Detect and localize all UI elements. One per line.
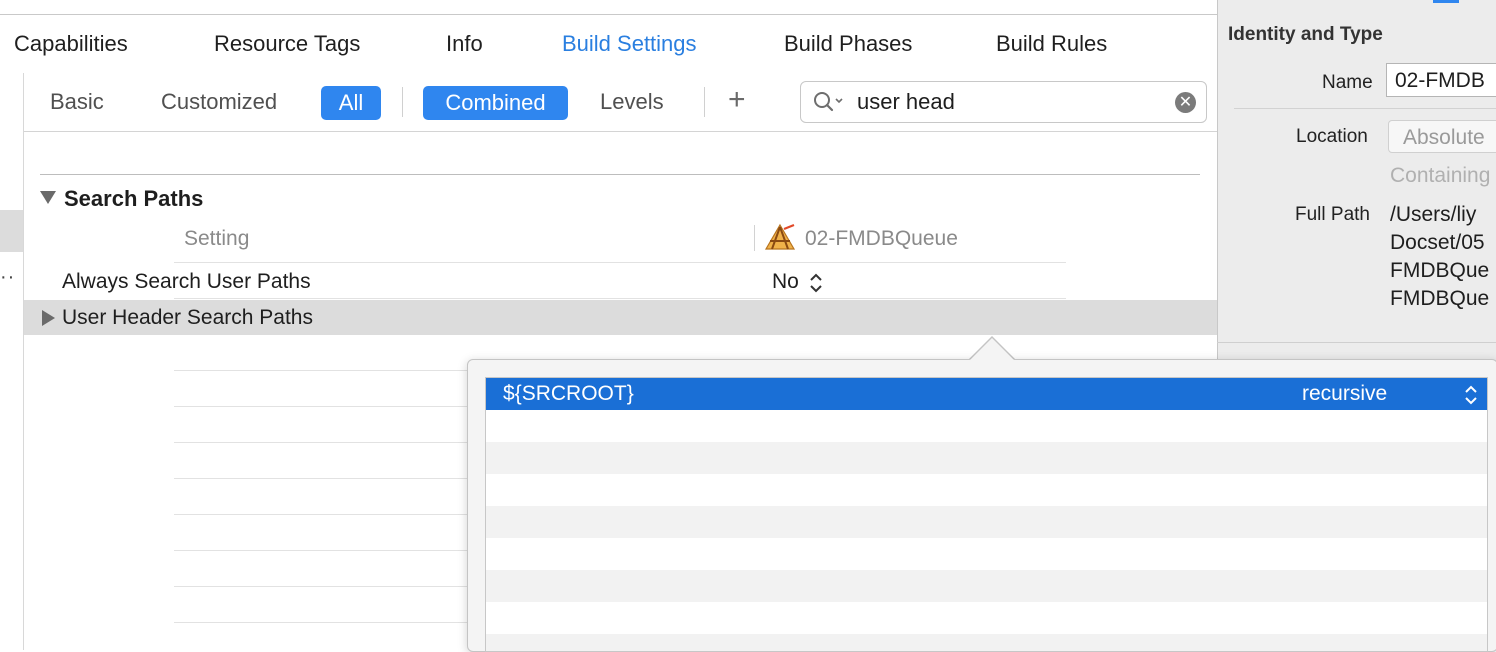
- filter-levels[interactable]: Levels: [600, 89, 664, 115]
- disclosure-triangle-open-icon[interactable]: [40, 191, 56, 204]
- column-header-setting: Setting: [184, 227, 250, 250]
- navigator-gutter: [0, 73, 24, 650]
- list-item-selected[interactable]: ${SRCROOT} recursive: [486, 378, 1487, 410]
- row-separator: [174, 298, 1066, 299]
- inspector-tab-indicator: [1433, 0, 1459, 3]
- row-separator: [174, 442, 474, 443]
- list-item[interactable]: [486, 570, 1487, 602]
- setting-user-header-search-paths[interactable]: User Header Search Paths: [62, 306, 313, 330]
- name-field[interactable]: 02-FMDB: [1386, 63, 1496, 97]
- section-title: Search Paths: [64, 186, 204, 211]
- list-item[interactable]: [486, 506, 1487, 538]
- section-divider: [40, 174, 1200, 175]
- list-item[interactable]: [486, 634, 1487, 651]
- search-input[interactable]: [857, 88, 1157, 116]
- filter-customized[interactable]: Customized: [161, 89, 277, 115]
- row-separator: [174, 550, 474, 551]
- gutter-selection[interactable]: [0, 210, 23, 252]
- inspector-section-title: Identity and Type: [1228, 24, 1383, 45]
- location-label: Location: [1296, 126, 1368, 147]
- target-app-icon: [764, 223, 796, 256]
- up-down-chevron-icon[interactable]: [1464, 384, 1478, 411]
- search-field[interactable]: ✕: [800, 81, 1207, 123]
- list-item[interactable]: [486, 538, 1487, 570]
- column-header-target: 02-FMDBQueue: [805, 227, 958, 250]
- full-path-line: /Users/liy: [1390, 203, 1477, 226]
- path-value[interactable]: ${SRCROOT}: [503, 382, 634, 406]
- tab-build-settings[interactable]: Build Settings: [562, 31, 697, 57]
- filter-combined[interactable]: Combined: [423, 86, 568, 120]
- disclosure-triangle-closed-icon[interactable]: [42, 310, 55, 326]
- full-path-line: FMDBQue: [1390, 259, 1490, 282]
- row-separator: [174, 514, 474, 515]
- tab-info[interactable]: Info: [446, 31, 483, 57]
- paths-list[interactable]: ${SRCROOT} recursive: [485, 377, 1488, 652]
- inspector-divider: [1234, 108, 1496, 109]
- filter-basic[interactable]: Basic: [50, 89, 104, 115]
- tab-resource-tags[interactable]: Resource Tags: [214, 31, 360, 57]
- tab-bar: Capabilities Resource Tags Info Build Se…: [0, 14, 1217, 74]
- setting-always-search-user-paths[interactable]: Always Search User Paths: [62, 270, 311, 294]
- full-path-line: FMDBQue: [1390, 287, 1490, 310]
- list-item[interactable]: [486, 474, 1487, 506]
- full-path-line: Docset/05: [1390, 231, 1485, 254]
- list-item[interactable]: [486, 442, 1487, 474]
- location-popup[interactable]: Absolute: [1388, 120, 1496, 153]
- add-setting-button[interactable]: +: [728, 85, 746, 115]
- list-item[interactable]: [486, 410, 1487, 442]
- up-down-chevron-icon[interactable]: [809, 272, 823, 299]
- tab-build-rules[interactable]: Build Rules: [996, 31, 1107, 57]
- row-separator: [174, 370, 474, 371]
- list-item[interactable]: [486, 602, 1487, 634]
- name-label: Name: [1322, 72, 1373, 93]
- row-separator: [174, 406, 474, 407]
- divider: [704, 87, 705, 117]
- inspector-divider: [1217, 342, 1496, 343]
- recursive-popup[interactable]: recursive: [1302, 382, 1387, 406]
- divider: [402, 87, 403, 117]
- row-separator: [174, 622, 474, 623]
- popover-arrow-fill: [970, 338, 1014, 360]
- tab-capabilities[interactable]: Capabilities: [14, 31, 128, 57]
- setting-value-popup[interactable]: No: [772, 270, 799, 294]
- filter-bar: Basic Customized All Combined Levels + ✕: [24, 73, 1217, 132]
- full-path-label: Full Path: [1295, 204, 1370, 225]
- tab-build-phases[interactable]: Build Phases: [784, 31, 912, 57]
- column-divider: [754, 225, 755, 251]
- filter-all[interactable]: All: [321, 86, 381, 120]
- row-separator: [174, 478, 474, 479]
- row-separator: [174, 262, 1066, 263]
- search-icon[interactable]: [813, 91, 847, 118]
- location-sub-value: Containing: [1390, 164, 1491, 187]
- more-icon[interactable]: ··: [0, 266, 15, 289]
- clear-search-icon[interactable]: ✕: [1175, 92, 1196, 113]
- row-separator: [174, 586, 474, 587]
